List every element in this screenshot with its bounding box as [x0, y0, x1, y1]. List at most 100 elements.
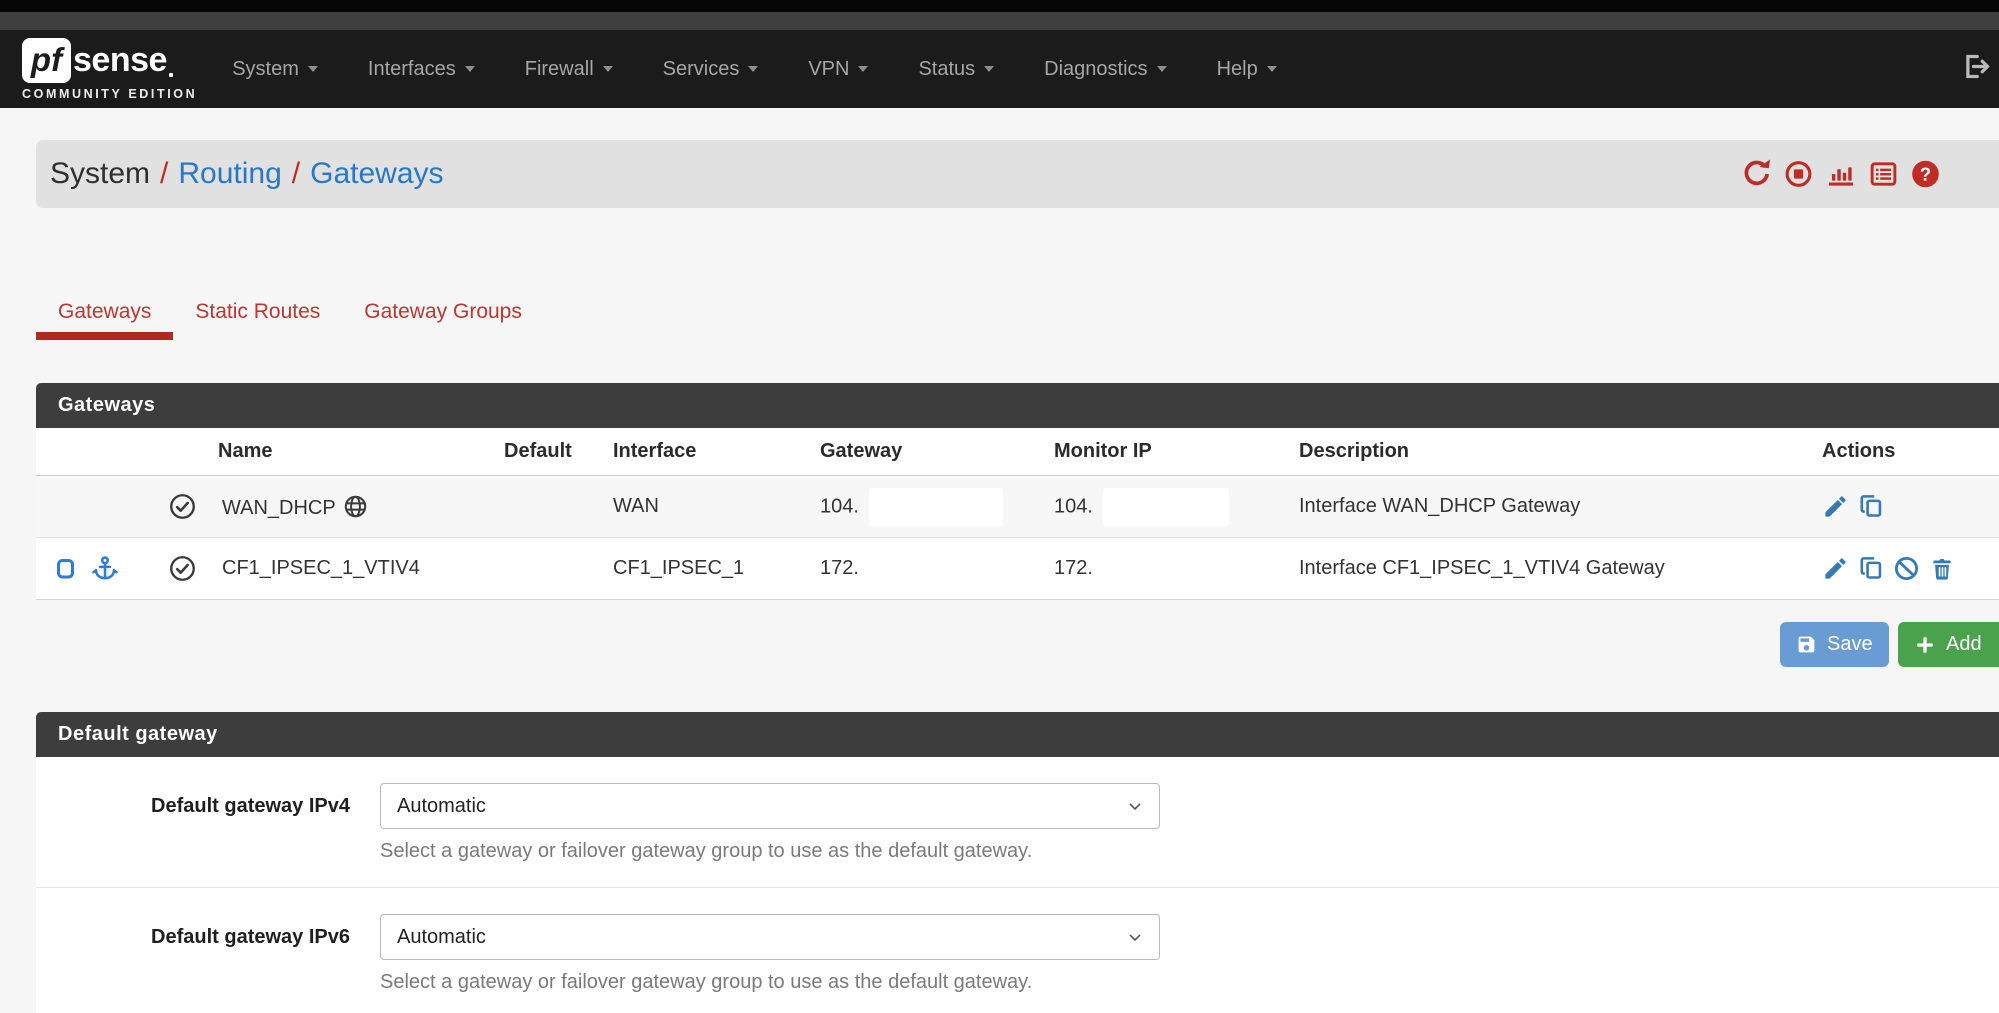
breadcrumb-separator: / [292, 157, 300, 191]
nav-item-vpn[interactable]: VPN [783, 58, 893, 81]
breadcrumb-separator: / [160, 157, 168, 191]
default-gateway-ipv4-select[interactable]: Automatic [380, 783, 1160, 829]
default-gateway-ipv6-select[interactable]: Automatic [380, 914, 1160, 960]
pfsense-logo[interactable]: pf sense COMMUNITY EDITION [22, 38, 197, 101]
default-gateway-ipv6-label: Default gateway IPv6 [36, 926, 350, 949]
breadcrumb: System / Routing / Gateways [50, 157, 444, 191]
nav-item-label: Services [663, 58, 740, 81]
col-gateway: Gateway [812, 428, 1046, 476]
monitor-ip-cell: 172. [1046, 538, 1291, 600]
row-actions [1814, 538, 1999, 600]
tab-gateway-groups[interactable]: Gateway Groups [342, 283, 544, 340]
default-gateway-globe-icon [343, 494, 368, 519]
col-select [36, 428, 155, 476]
page-header-band: System / Routing / Gateways [36, 140, 1999, 208]
tab-gateways[interactable]: Gateways [36, 283, 173, 340]
nav-menu: System Interfaces Firewall Services VPN … [207, 58, 1301, 81]
chevron-down-icon [1267, 66, 1277, 72]
tab-label: Gateway Groups [364, 300, 522, 324]
save-button[interactable]: Save [1780, 622, 1889, 667]
nav-item-services[interactable]: Services [638, 58, 784, 81]
row-left-icons [36, 476, 155, 538]
log-icon[interactable] [1869, 160, 1898, 189]
nav-item-diagnostics[interactable]: Diagnostics [1019, 58, 1191, 81]
gateways-panel-title: Gateways [36, 383, 1999, 428]
default-gateway-ipv4-help: Select a gateway or failover gateway gro… [380, 840, 1999, 863]
sign-out-icon[interactable] [1961, 52, 1991, 87]
vti-square-icon [54, 556, 78, 582]
copy-icon[interactable] [1858, 555, 1885, 582]
col-actions: Actions [1814, 428, 1999, 476]
copy-icon[interactable] [1858, 493, 1885, 520]
page-header-icons: ? [1742, 160, 1940, 189]
col-status [155, 428, 210, 476]
row-left-icons [36, 538, 155, 600]
tab-static-routes[interactable]: Static Routes [173, 283, 342, 340]
nav-item-system[interactable]: System [207, 58, 343, 81]
disable-icon[interactable] [1893, 555, 1920, 582]
nav-item-firewall[interactable]: Firewall [500, 58, 638, 81]
main-navbar: pf sense COMMUNITY EDITION System Interf… [0, 30, 1999, 108]
col-interface: Interface [605, 428, 812, 476]
gateway-enabled-cell [155, 476, 210, 538]
nav-item-status[interactable]: Status [893, 58, 1019, 81]
monitor-chart-icon[interactable] [1826, 160, 1856, 189]
top-black-strip [0, 0, 1999, 12]
monitor-ip-cell: 104. [1046, 476, 1291, 538]
table-row: CF1_IPSEC_1_VTIV4 CF1_IPSEC_1 172. 172. … [36, 538, 1999, 600]
stop-icon[interactable] [1784, 160, 1813, 189]
edit-icon[interactable] [1822, 493, 1849, 520]
chevron-down-icon [858, 66, 868, 72]
redaction-box [1103, 488, 1229, 526]
chevron-down-icon [1157, 66, 1167, 72]
anchor-icon [91, 555, 119, 583]
chevron-down-icon [984, 66, 994, 72]
breadcrumb-gateways-link[interactable]: Gateways [310, 157, 443, 191]
nav-item-label: Help [1217, 58, 1258, 81]
gateway-default-cell [496, 538, 605, 600]
gateway-default-cell [496, 476, 605, 538]
refresh-icon[interactable] [1742, 160, 1771, 189]
nav-item-label: Diagnostics [1044, 58, 1147, 81]
gateway-address-cell: 104. [812, 476, 1046, 538]
chevron-down-icon [603, 66, 613, 72]
add-button[interactable]: Add [1898, 622, 1999, 667]
default-gateway-ipv6-row: Default gateway IPv6 Automatic Select a … [36, 887, 1999, 1013]
chevron-down-icon [748, 66, 758, 72]
table-header-row: Name Default Interface Gateway Monitor I… [36, 428, 1999, 476]
default-gateway-ipv4-row: Default gateway IPv4 Automatic Select a … [36, 757, 1999, 887]
monitor-ip: 104. [1054, 495, 1093, 517]
redaction-box [869, 488, 1003, 526]
gateway-interface-cell: CF1_IPSEC_1 [605, 538, 812, 600]
selected-value: Automatic [397, 795, 486, 818]
check-circle-icon [169, 555, 196, 582]
plus-icon [1914, 634, 1936, 656]
logo-registered-dot [169, 73, 173, 77]
gateway-name: WAN_DHCP [222, 497, 336, 519]
check-circle-icon [169, 493, 196, 520]
tab-label: Gateways [58, 300, 151, 324]
nav-item-label: VPN [808, 58, 849, 81]
help-icon[interactable]: ? [1911, 160, 1940, 189]
breadcrumb-routing-link[interactable]: Routing [178, 157, 281, 191]
default-gateway-panel: Default gateway Default gateway IPv4 Aut… [36, 712, 1999, 1013]
description-cell: Interface WAN_DHCP Gateway [1291, 476, 1814, 538]
gateway-name: CF1_IPSEC_1_VTIV4 [222, 557, 420, 579]
routing-tabs: Gateways Static Routes Gateway Groups [36, 283, 544, 340]
col-default: Default [496, 428, 605, 476]
default-gateway-panel-title: Default gateway [36, 712, 1999, 757]
gateways-table: Name Default Interface Gateway Monitor I… [36, 428, 1999, 600]
row-actions [1814, 476, 1999, 538]
description-cell: Interface CF1_IPSEC_1_VTIV4 Gateway [1291, 538, 1814, 600]
table-row: WAN_DHCP WAN 104. 104. Interface WAN_DHC… [36, 476, 1999, 538]
gateway-interface-cell: WAN [605, 476, 812, 538]
chevron-down-icon [308, 66, 318, 72]
delete-icon[interactable] [1929, 555, 1955, 582]
selected-value: Automatic [397, 926, 486, 949]
nav-item-help[interactable]: Help [1192, 58, 1302, 81]
nav-item-interfaces[interactable]: Interfaces [343, 58, 500, 81]
edit-icon[interactable] [1822, 555, 1849, 582]
default-gateway-ipv4-label: Default gateway IPv4 [36, 795, 350, 818]
save-floppy-icon [1796, 634, 1817, 655]
gateways-panel: Gateways Name Default Interface Gateway … [36, 383, 1999, 600]
